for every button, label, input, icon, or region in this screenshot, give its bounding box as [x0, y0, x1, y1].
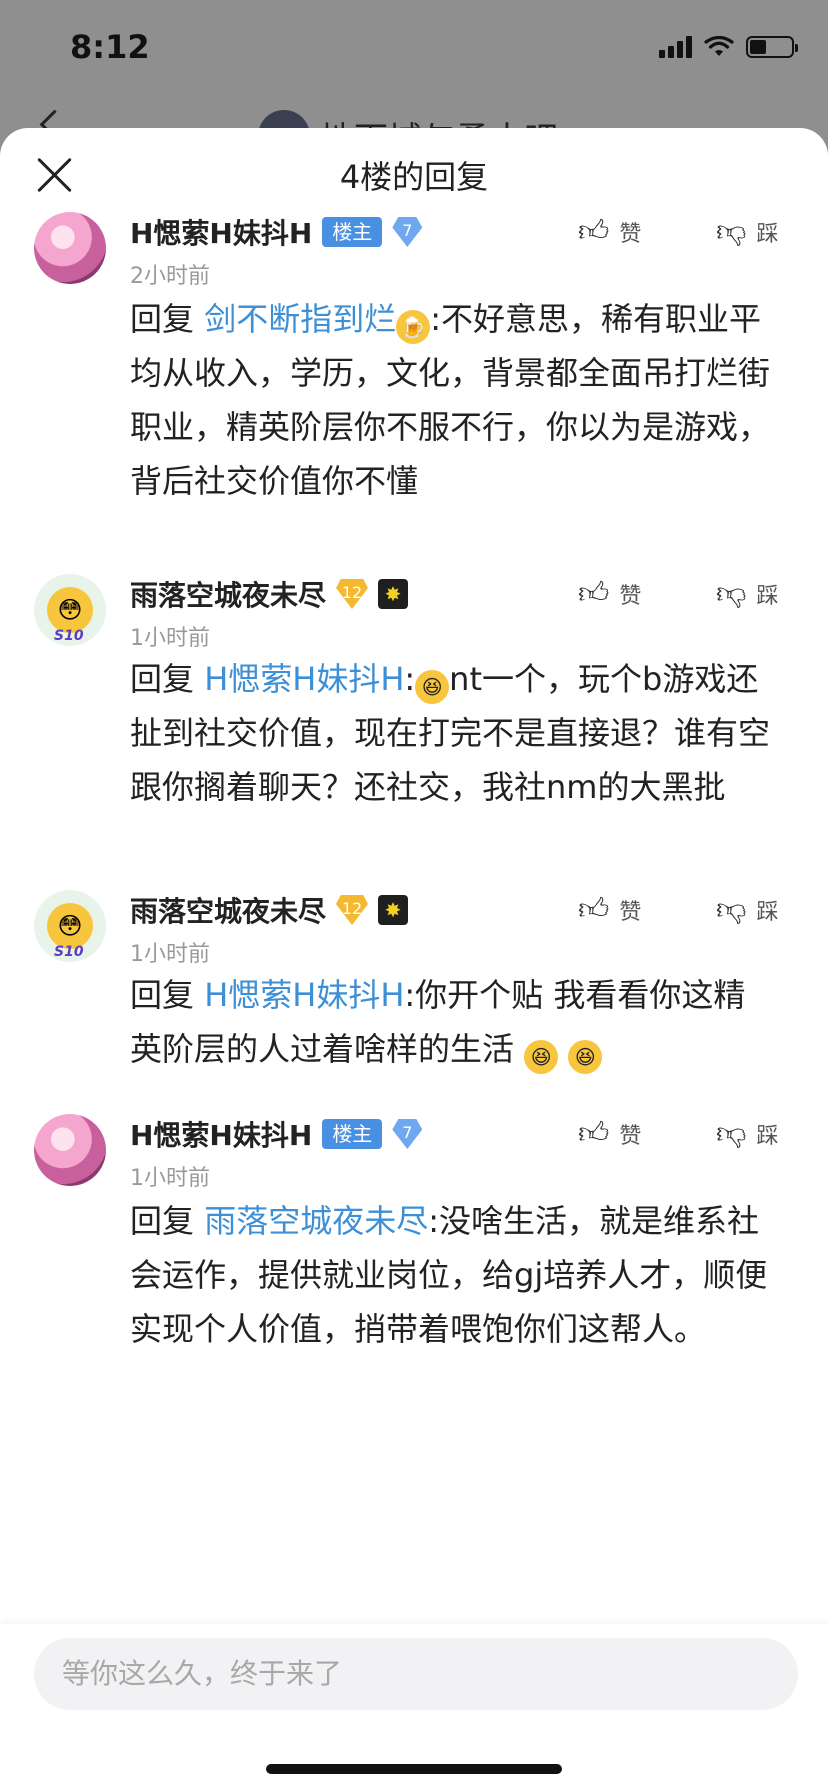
shocked-face-icon: 😳 [47, 587, 93, 633]
shocked-face-icon: 😳 [47, 903, 93, 949]
level-gem-icon: 7 [392, 217, 423, 247]
reply-content: 回复 剑不断指到烂 🍺:不好意思，稀有职业平均从收入，学历，文化，背景都全面吊打烂… [130, 300, 771, 500]
dislike-button[interactable]: 👎︎ 踩 [716, 576, 778, 612]
thumbs-down-icon: 👎︎ [716, 1116, 747, 1151]
username[interactable]: 雨落空城夜未尽 [130, 574, 326, 614]
wifi-icon [704, 36, 734, 56]
status-icons [659, 36, 798, 58]
star-badge-icon: ✸ [378, 579, 409, 609]
avatar[interactable]: 😳 S10 [34, 574, 106, 646]
username[interactable]: H愢萦H妹抖H [130, 1114, 312, 1154]
sheet-title: 4楼的回复 [339, 158, 489, 196]
thumbs-down-icon: 👎︎ [716, 892, 747, 927]
user-line: 雨落空城夜未尽 12 ✸ [130, 890, 409, 930]
user-line: 雨落空城夜未尽 12 ✸ [130, 574, 409, 614]
mention-link[interactable]: 雨落空城夜未尽 [204, 1202, 428, 1240]
thumbs-up-icon: 👍︎ [578, 214, 610, 249]
screen: 8:12 地下城与勇士吧 4楼的回复 H愢 [0, 0, 828, 1792]
star-badge-icon: ✸ [378, 895, 409, 925]
user-line: H愢萦H妹抖H 楼主 7 [130, 1114, 423, 1154]
like-button[interactable]: 👍︎ 赞 [578, 892, 641, 928]
level-gem-icon: 7 [392, 1119, 423, 1149]
thumbs-up-icon: 👍︎ [578, 576, 610, 611]
sheet-header: 4楼的回复 [0, 128, 828, 216]
like-button[interactable]: 👍︎ 赞 [578, 214, 641, 250]
user-line: H愢萦H妹抖H 楼主 7 [130, 212, 423, 252]
username[interactable]: 雨落空城夜未尽 [130, 890, 326, 930]
time-ago: 1小时前 [130, 942, 210, 967]
reply-sheet: 4楼的回复 H愢萦H妹抖H 楼主 7 2小时前 👍︎ 赞 👎︎ 踩 回复 剑不断… [0, 128, 828, 1792]
like-button[interactable]: 👍︎ 赞 [578, 1116, 641, 1152]
level-badge-icon: 12 [336, 895, 369, 925]
grin-emoji-icon: 😆 [415, 670, 450, 704]
time-ago: 2小时前 [130, 264, 210, 289]
time-ago: 1小时前 [130, 1166, 210, 1191]
signal-icon [659, 36, 692, 58]
thumbs-down-icon: 👎︎ [716, 214, 747, 249]
grin-emoji-icon: 😆 [524, 1040, 559, 1074]
time-ago: 1小时前 [130, 626, 210, 651]
grin-emoji-icon: 😆 [568, 1040, 603, 1074]
battery-icon [746, 36, 798, 58]
owner-badge: 楼主 [322, 217, 383, 247]
thumbs-up-icon: 👍︎ [578, 1116, 610, 1151]
reply-content: 回复 雨落空城夜未尽:没啥生活，就是维系社会运作，提供就业岗位，给gj培养人才，… [130, 1202, 768, 1348]
home-indicator[interactable] [266, 1764, 562, 1774]
mention-link[interactable]: 剑不断指到烂 [204, 300, 396, 338]
mention-link[interactable]: H愢萦H妹抖H [204, 660, 404, 698]
status-time: 8:12 [70, 28, 150, 66]
avatar[interactable]: 😳 S10 [34, 890, 106, 962]
avatar[interactable] [34, 212, 106, 284]
avatar[interactable] [34, 1114, 106, 1186]
beer-emoji-icon: 🍺 [396, 310, 431, 344]
owner-badge: 楼主 [322, 1119, 383, 1149]
thumbs-down-icon: 👎︎ [716, 576, 747, 611]
reply-content: 回复 H愢萦H妹抖H: 😆 nt一个，玩个b游戏还扯到社交价值，现在打完不是直接退？… [130, 660, 771, 806]
reply-content: 回复 H愢萦H妹抖H:你开个贴 我看看你这精英阶层的人过着啥样的生活 😆 😆 [130, 968, 770, 1076]
dislike-button[interactable]: 👎︎ 踩 [716, 214, 778, 250]
dislike-button[interactable]: 👎︎ 踩 [716, 1116, 778, 1152]
mention-link[interactable]: H愢萦H妹抖H [204, 976, 404, 1014]
reply-input-bar [0, 1624, 828, 1792]
reply-input[interactable] [34, 1638, 798, 1710]
thumbs-up-icon: 👍︎ [578, 892, 610, 927]
level-badge-icon: 12 [336, 579, 369, 609]
dislike-button[interactable]: 👎︎ 踩 [716, 892, 778, 928]
status-bar: 8:12 [0, 0, 828, 100]
like-button[interactable]: 👍︎ 赞 [578, 576, 641, 612]
username[interactable]: H愢萦H妹抖H [130, 212, 312, 252]
